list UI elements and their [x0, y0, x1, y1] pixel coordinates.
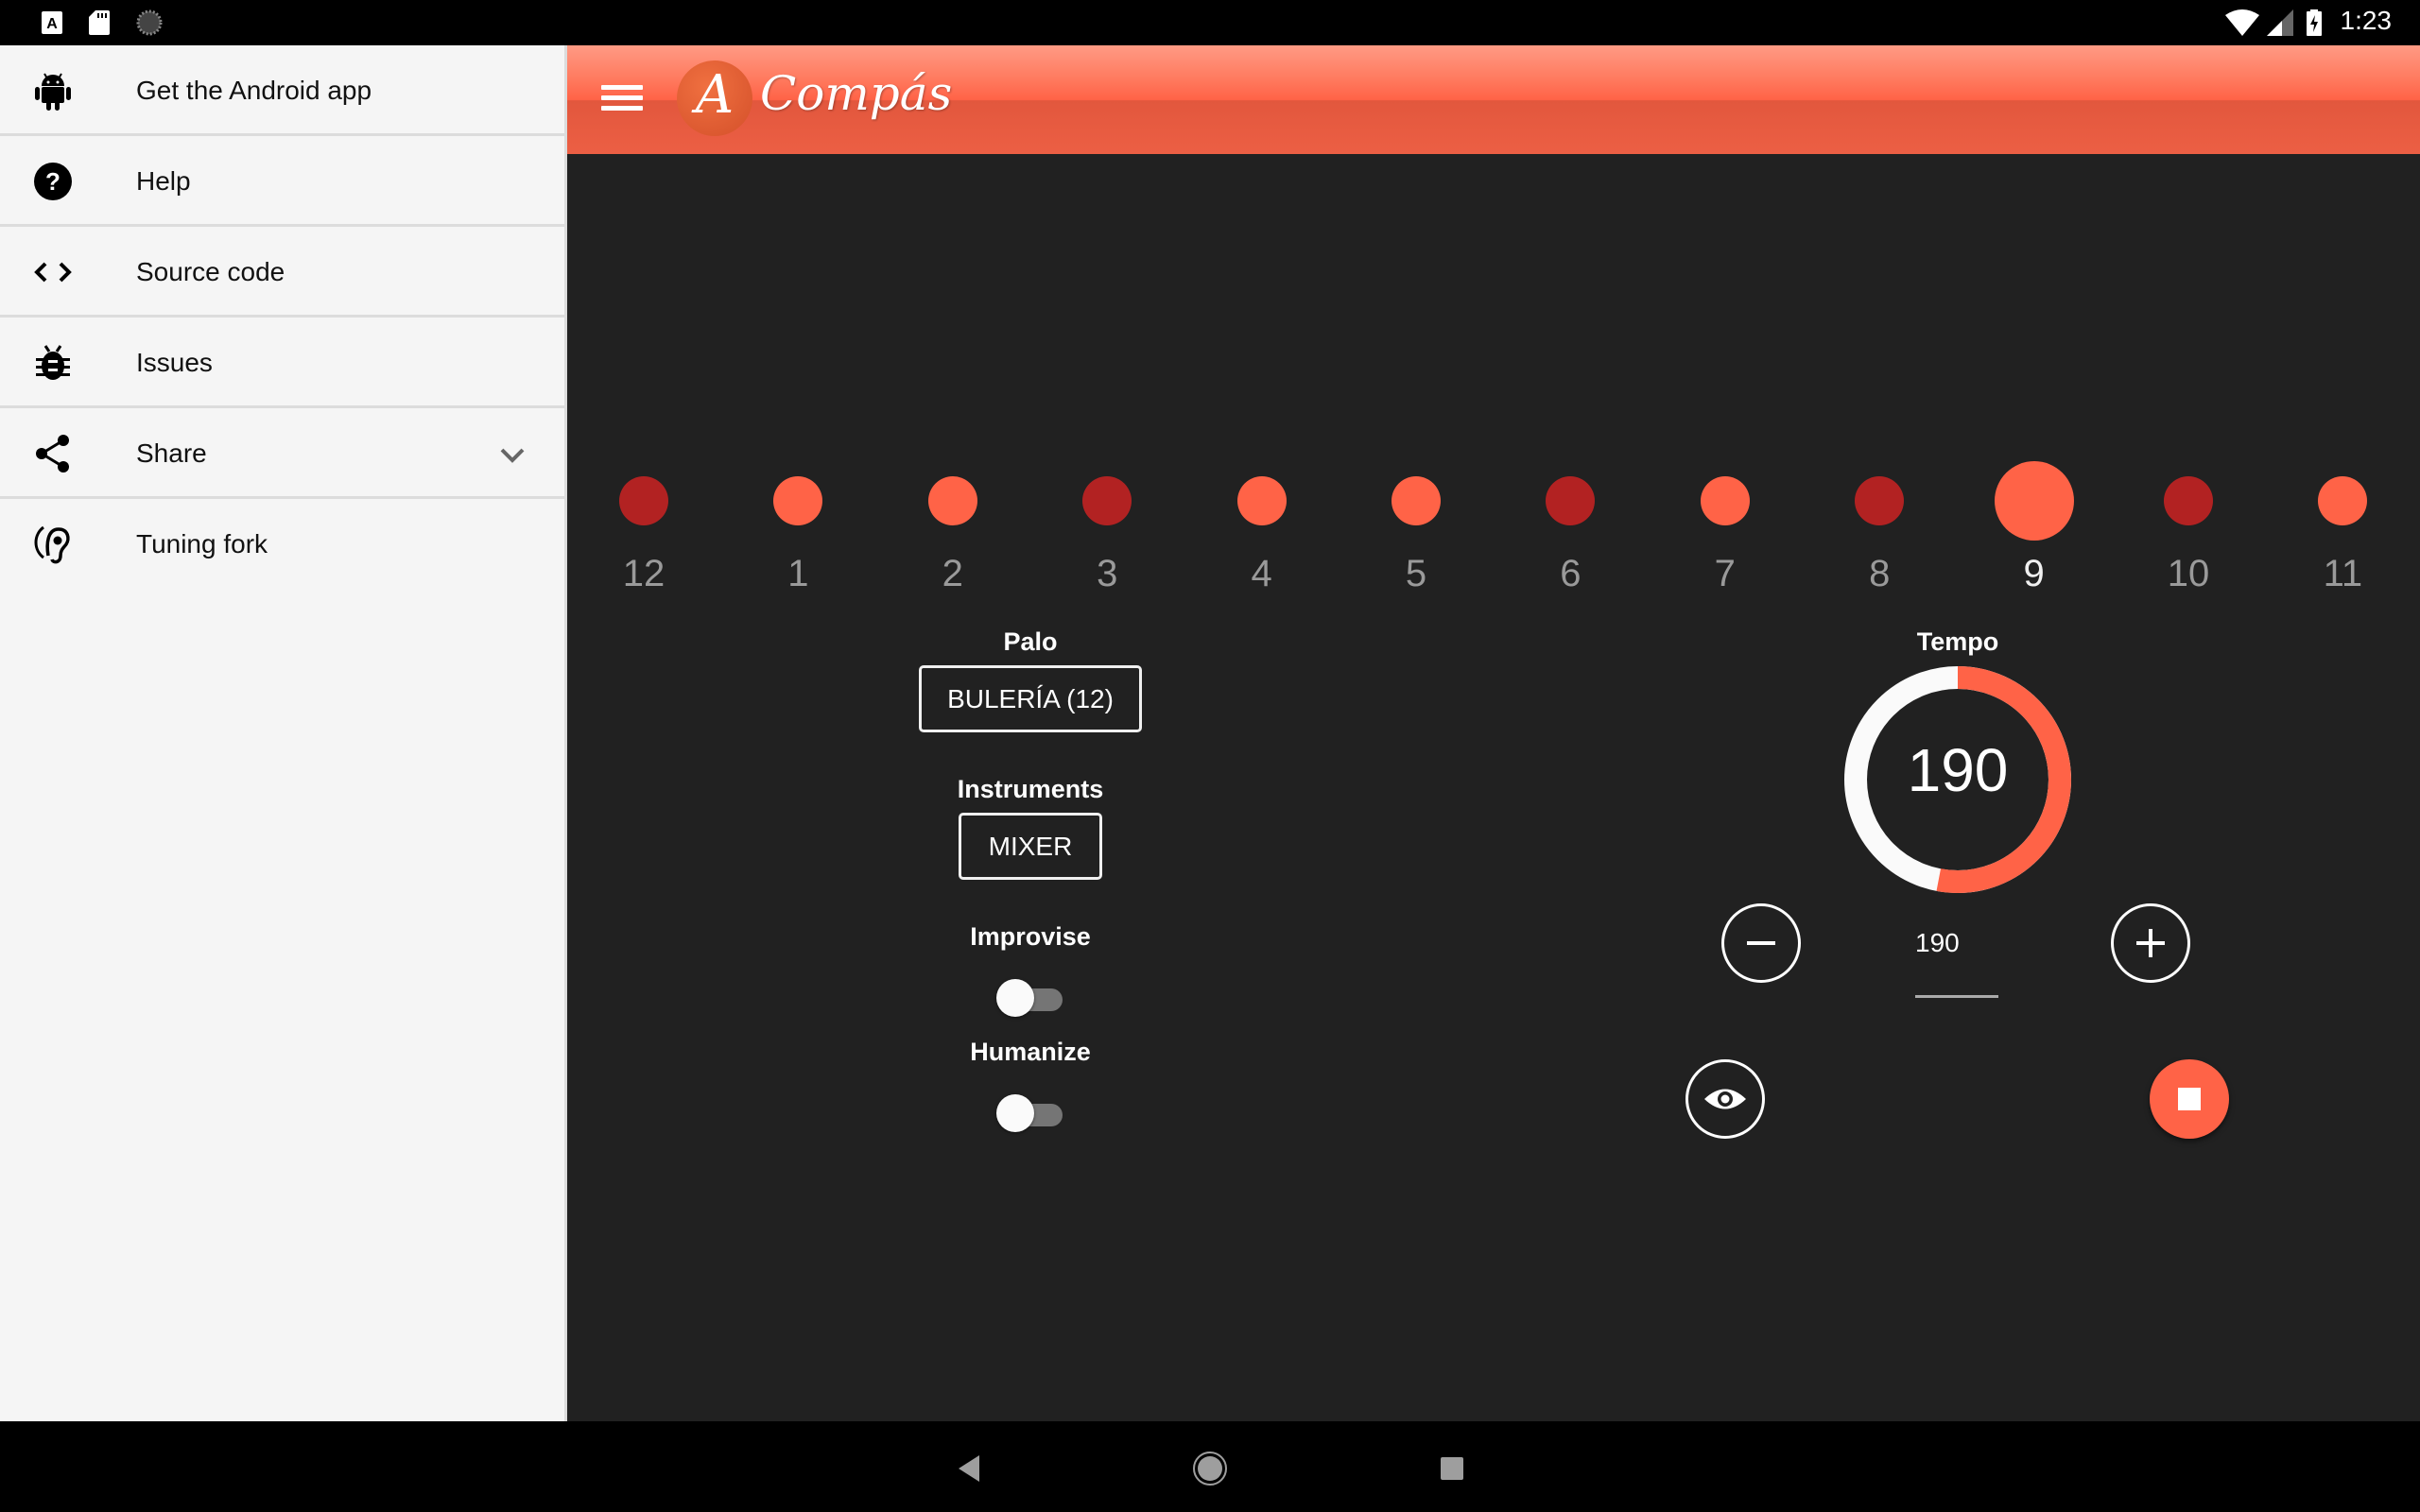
palo-select-button[interactable]: BULERÍA (12) [919, 665, 1142, 732]
beat-number: 1 [787, 553, 809, 594]
toggle-thumb [996, 979, 1034, 1017]
sd-card-icon [89, 10, 110, 35]
navigation-drawer: Get the Android app ? Help Source code I… [0, 45, 567, 1421]
drawer-item-share[interactable]: Share [0, 408, 564, 499]
beat-number: 6 [1560, 553, 1582, 594]
improvise-toggle[interactable] [996, 977, 1064, 1019]
beat-dot [1082, 476, 1132, 525]
home-icon[interactable] [1191, 1450, 1229, 1487]
tempo-value-display: 190 [1907, 736, 2009, 804]
plus-icon [2136, 929, 2165, 957]
logo-letter: A [695, 64, 735, 126]
recents-icon[interactable] [1433, 1450, 1471, 1487]
app-title: Compás [760, 66, 953, 121]
bug-icon [36, 345, 70, 380]
drawer-item-label: Share [136, 438, 207, 468]
code-icon [34, 262, 72, 283]
drawer-item-issues[interactable]: Issues [0, 318, 564, 408]
beat-dot [927, 476, 977, 525]
palo-label: Palo [1003, 627, 1058, 656]
tempo-decrease-button[interactable] [1721, 903, 1801, 983]
hearing-icon [34, 525, 70, 564]
stop-button[interactable] [2150, 1059, 2229, 1139]
stop-icon [2178, 1088, 2201, 1110]
beat-dot [1855, 476, 1905, 525]
beat-number: 2 [942, 553, 963, 594]
drawer-item-help[interactable]: ? Help [0, 136, 564, 227]
status-time: 1:23 [2340, 6, 2393, 35]
beat-dot [619, 476, 668, 525]
humanize-label: Humanize [970, 1038, 1091, 1066]
android-icon [35, 73, 71, 111]
battery-charging-icon [2307, 9, 2322, 36]
beat-number: 5 [1405, 553, 1427, 594]
beat-number: 7 [1714, 553, 1736, 594]
improvise-label: Improvise [970, 922, 1091, 951]
beat-dot [2164, 476, 2213, 525]
tempo-input[interactable]: 190 [1915, 922, 1998, 998]
beat-dot [773, 476, 823, 525]
drawer-item-label: Help [136, 166, 191, 196]
drawer-item-label: Source code [136, 257, 285, 286]
text-a-icon: A [42, 11, 62, 34]
instruments-label: Instruments [957, 775, 1104, 803]
beat-dot [2318, 476, 2368, 525]
share-icon [36, 435, 69, 472]
app-logo: A [677, 60, 752, 136]
minus-icon [1747, 941, 1775, 945]
drawer-item-label: Tuning fork [136, 529, 268, 558]
beat-number: 12 [622, 553, 666, 594]
svg-text:A: A [46, 16, 58, 32]
beat-dot [1236, 476, 1287, 525]
beat-dot [1392, 476, 1441, 525]
drawer-item-source-code[interactable]: Source code [0, 227, 564, 318]
humanize-toggle[interactable] [996, 1092, 1064, 1134]
beat-dot-active [1994, 461, 2074, 541]
beat-number: 8 [1869, 553, 1891, 594]
help-circle-icon: ? [34, 163, 72, 200]
hamburger-menu-icon[interactable] [601, 79, 643, 121]
beat-number: 4 [1251, 553, 1272, 594]
beat-number: 3 [1097, 553, 1118, 594]
beat-number: 9 [2023, 553, 2045, 594]
beat-number: 10 [2167, 553, 2210, 594]
wifi-icon [2225, 9, 2259, 36]
drawer-item-label: Get the Android app [136, 76, 372, 105]
chevron-down-icon[interactable] [498, 440, 527, 469]
tempo-label: Tempo [1916, 627, 1999, 656]
beat-dot [1700, 476, 1750, 525]
instruments-mixer-button[interactable]: MIXER [959, 813, 1102, 880]
system-nav-bar [0, 1421, 2420, 1512]
cell-signal-icon [2267, 9, 2293, 36]
svg-text:?: ? [45, 167, 60, 196]
eye-icon [1704, 1089, 1746, 1109]
beat-number: 11 [2323, 553, 2363, 594]
app-header: A Compás [567, 45, 2420, 154]
drawer-item-android-app[interactable]: Get the Android app [0, 45, 564, 136]
beat-dot [1546, 476, 1596, 525]
toggle-thumb [996, 1094, 1034, 1132]
visibility-toggle-button[interactable] [1685, 1059, 1765, 1139]
drawer-item-label: Issues [136, 348, 213, 377]
back-icon[interactable] [951, 1450, 989, 1487]
status-bar: A 1:23 [0, 0, 2420, 45]
loading-icon [136, 9, 163, 36]
drawer-item-tuning-fork[interactable]: Tuning fork [0, 499, 564, 590]
tempo-increase-button[interactable] [2111, 903, 2190, 983]
